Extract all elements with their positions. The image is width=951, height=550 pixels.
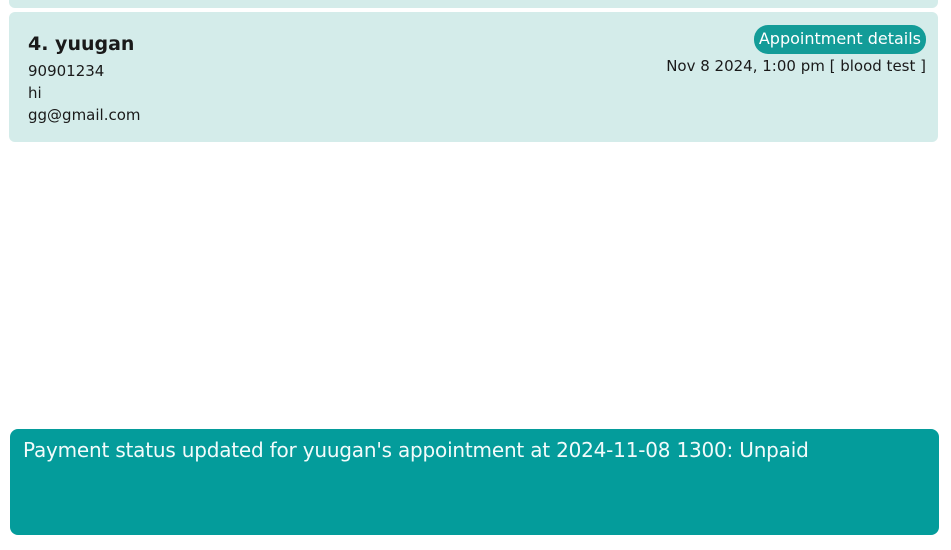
person-address: hi [28, 84, 42, 102]
previous-card-text-fragment [28, 0, 58, 4]
appointment-details-button[interactable]: Appointment details [753, 25, 926, 54]
appointment-datetime: Nov 8 2024, 1:00 pm [ blood test ] [666, 57, 926, 75]
appointment-section: Appointment details Nov 8 2024, 1:00 pm … [666, 25, 926, 76]
person-card[interactable]: 4. yuugan 90901234 hi gg@gmail.com Appoi… [9, 12, 938, 142]
person-details: 4. yuugan 90901234 hi gg@gmail.com [28, 32, 141, 126]
person-name: 4. yuugan [28, 33, 135, 55]
result-display[interactable]: Payment status updated for yuugan's appo… [10, 429, 939, 535]
person-phone: 90901234 [28, 62, 105, 80]
person-email: gg@gmail.com [28, 106, 141, 124]
result-message: Payment status updated for yuugan's appo… [23, 438, 809, 462]
previous-person-card[interactable] [9, 0, 938, 8]
